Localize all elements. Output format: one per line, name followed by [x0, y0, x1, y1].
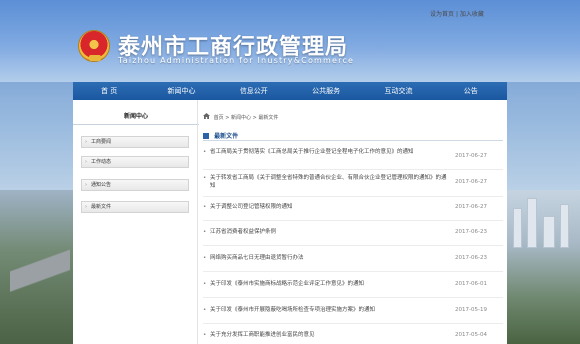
article-title[interactable]: 江苏省消费者权益保护条例: [210, 229, 450, 237]
row-divider: [203, 323, 503, 324]
article-item[interactable]: • 省工商局关于贯彻落实《工商总局关于推行企业登记全程电子化工作的意见》的通知 …: [203, 149, 503, 165]
article-item[interactable]: • 关于转发省工商局《关于调整全省特殊的普通合伙企业、有限合伙企业登记管理权限的…: [203, 175, 503, 191]
bullet-icon: •: [203, 332, 207, 338]
sidebar-item-label: 工作动态: [91, 159, 112, 165]
home-icon: [203, 113, 210, 119]
nav-item-interaction[interactable]: 互动交流: [362, 82, 434, 100]
nav-item-news[interactable]: 新闻中心: [145, 82, 217, 100]
chevron-right-icon: ›: [85, 182, 87, 188]
row-divider: [203, 245, 503, 246]
bullet-icon: •: [203, 175, 207, 181]
row-divider: [203, 220, 503, 221]
breadcrumb-separator: >: [225, 115, 230, 121]
sidebar-item-work-updates[interactable]: › 工作动态: [81, 156, 189, 168]
bullet-icon: •: [203, 255, 207, 261]
building: [513, 208, 522, 248]
nav-item-info[interactable]: 信息公开: [218, 82, 290, 100]
bullet-icon: •: [203, 307, 207, 313]
chevron-right-icon: ›: [85, 139, 87, 145]
building: [560, 204, 569, 248]
article-date: 2017-06-23: [455, 229, 487, 235]
article-title[interactable]: 关于印发《泰州市开展隐蔽吃喝场所检查专项治理实施方案》的通知: [210, 307, 450, 315]
building: [527, 198, 537, 248]
sidebar-item-label: 最新文件: [91, 204, 112, 210]
article-date: 2017-05-19: [455, 307, 487, 313]
article-title[interactable]: 网络购买商品七日无理由退货暂行办法: [210, 255, 450, 263]
article-title[interactable]: 关于调整公司登记管辖权限的通知: [210, 204, 450, 212]
row-divider: [203, 169, 503, 170]
main-nav: 首 页 新闻中心 信息公开 公共服务 互动交流 公告: [73, 82, 507, 100]
main-container: 新闻中心 › 工商要闻 › 工作动态 › 通知公告 › 最新文件 首页 > 新闻…: [73, 100, 507, 344]
add-favorite-link[interactable]: 加入收藏: [460, 11, 484, 18]
article-title[interactable]: 省工商局关于贯彻落实《工商总局关于推行企业登记全程电子化工作的意见》的通知: [210, 149, 450, 157]
article-date: 2017-06-27: [455, 153, 487, 159]
sidebar-item-business-news[interactable]: › 工商要闻: [81, 136, 189, 148]
breadcrumb: 首页 > 新闻中心 > 最新文件: [203, 113, 278, 121]
bullet-icon: •: [203, 204, 207, 210]
site-subtitle: Taizhou Administration for Inustry&Comme…: [118, 56, 355, 65]
sidebar: 新闻中心 › 工商要闻 › 工作动态 › 通知公告 › 最新文件: [73, 100, 199, 344]
building: [543, 216, 555, 248]
article-date: 2017-06-23: [455, 255, 487, 261]
article-date: 2017-06-27: [455, 179, 487, 185]
sidebar-divider: [197, 100, 198, 344]
bullet-icon: •: [203, 281, 207, 287]
bullet-icon: •: [203, 229, 207, 235]
article-title[interactable]: 关于转发省工商局《关于调整全省特殊的普通合伙企业、有限合伙企业登记管理权限的通知…: [210, 175, 450, 190]
chevron-right-icon: ›: [85, 159, 87, 165]
background-road: [10, 230, 70, 344]
sidebar-item-notices[interactable]: › 通知公告: [81, 179, 189, 191]
sidebar-item-label: 工商要闻: [91, 139, 112, 145]
breadcrumb-separator: >: [252, 115, 257, 121]
section-title-label: 最新文件: [214, 133, 239, 140]
row-divider: [203, 297, 503, 298]
row-divider: [203, 196, 503, 197]
document-icon: [203, 133, 209, 139]
article-date: 2017-05-04: [455, 332, 487, 338]
chevron-right-icon: ›: [85, 204, 87, 210]
breadcrumb-home-link[interactable]: 首页: [214, 115, 224, 121]
national-emblem-logo: [78, 30, 110, 62]
nav-item-home[interactable]: 首 页: [73, 82, 145, 100]
background-right-city: [505, 190, 580, 344]
sidebar-item-label: 通知公告: [91, 182, 112, 188]
top-links: 设为首页 | 加入收藏: [430, 9, 484, 18]
row-divider: [203, 271, 503, 272]
content-area: 首页 > 新闻中心 > 最新文件 最新文件 • 省工商局关于贯彻落实《工商总局关…: [203, 100, 507, 344]
breadcrumb-current: 最新文件: [258, 115, 279, 121]
sidebar-heading: 新闻中心: [73, 108, 199, 125]
sidebar-item-latest-docs[interactable]: › 最新文件: [81, 201, 189, 213]
article-title[interactable]: 关于充分发挥工商职能推进创业富民的意见: [210, 332, 450, 340]
bullet-icon: •: [203, 149, 207, 155]
top-links-separator: |: [455, 11, 458, 18]
article-date: 2017-06-01: [455, 281, 487, 287]
article-title[interactable]: 关于印发《泰州市实施商标战略示范企业评定工作意见》的通知: [210, 281, 450, 289]
set-homepage-link[interactable]: 设为首页: [430, 11, 454, 18]
section-title: 最新文件: [203, 131, 238, 140]
section-divider: [203, 140, 503, 141]
article-date: 2017-06-27: [455, 204, 487, 210]
breadcrumb-news-link[interactable]: 新闻中心: [231, 115, 251, 121]
nav-item-notice[interactable]: 公告: [435, 82, 507, 100]
nav-item-services[interactable]: 公共服务: [290, 82, 362, 100]
